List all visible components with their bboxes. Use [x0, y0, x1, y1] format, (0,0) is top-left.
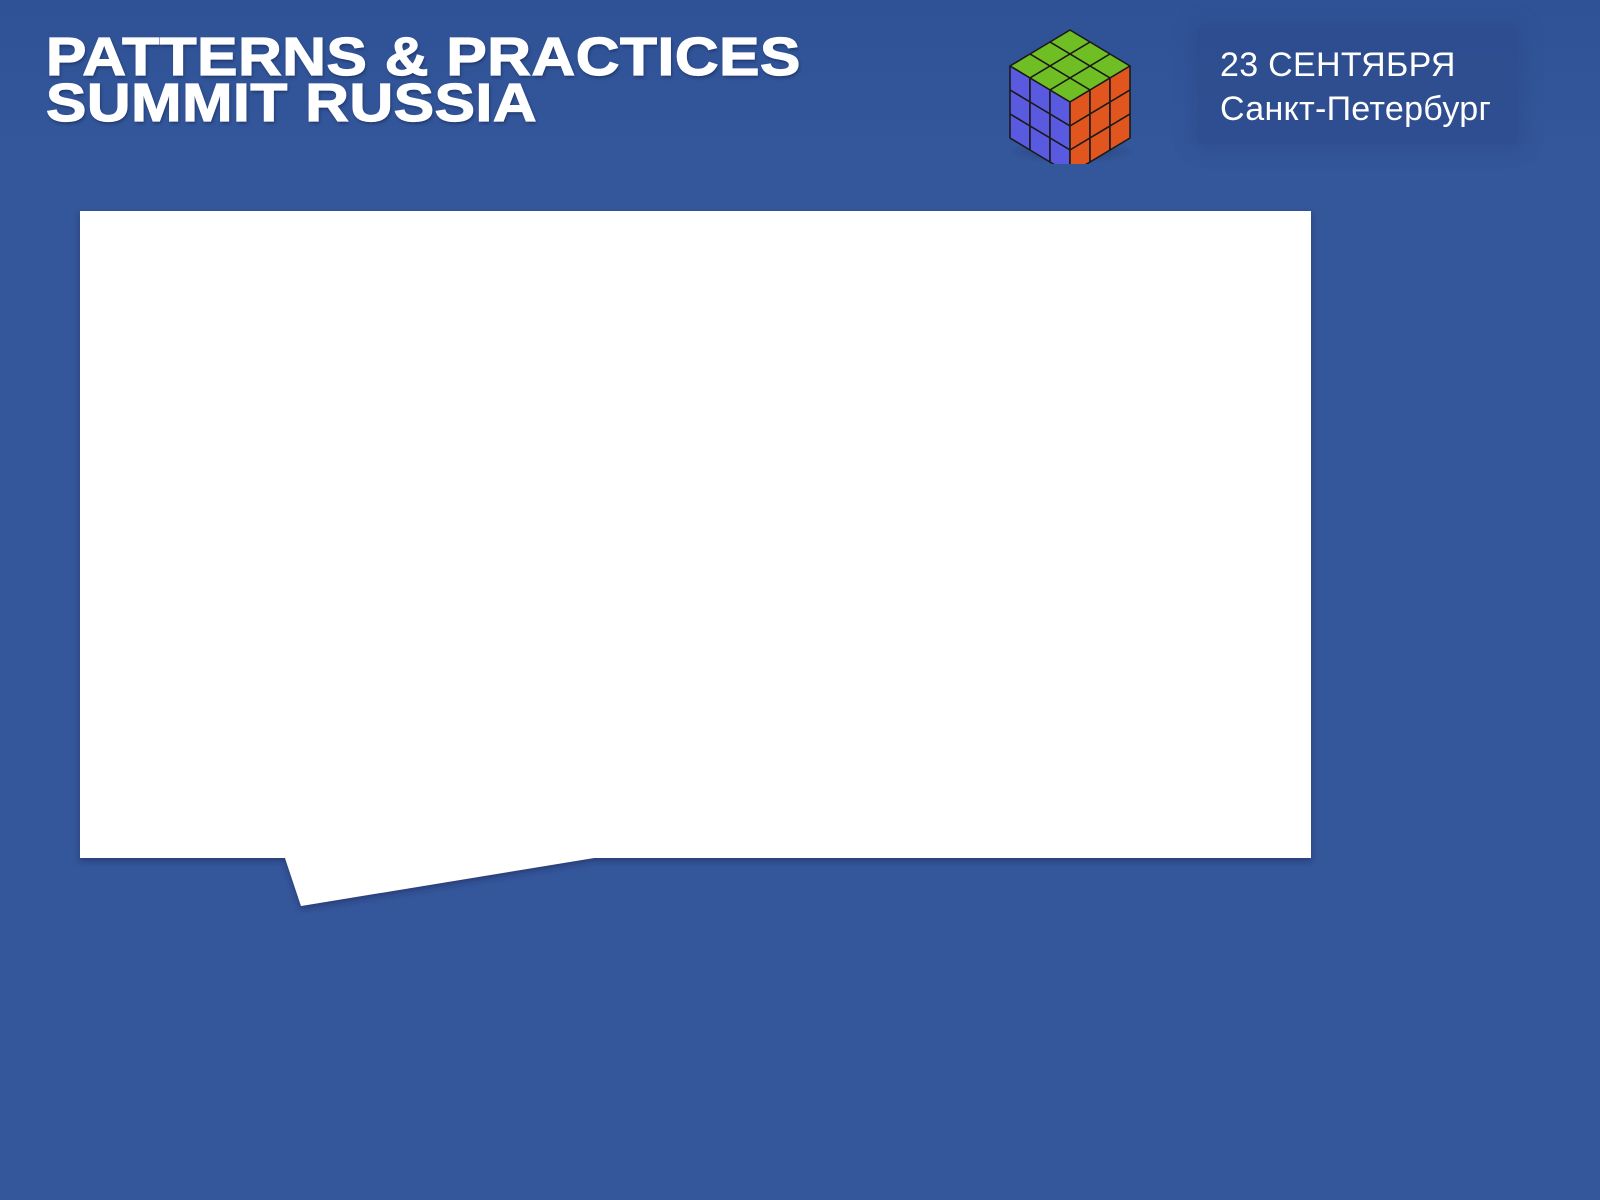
content-panel-shape: [80, 211, 1311, 906]
content-panel: [80, 211, 1311, 906]
